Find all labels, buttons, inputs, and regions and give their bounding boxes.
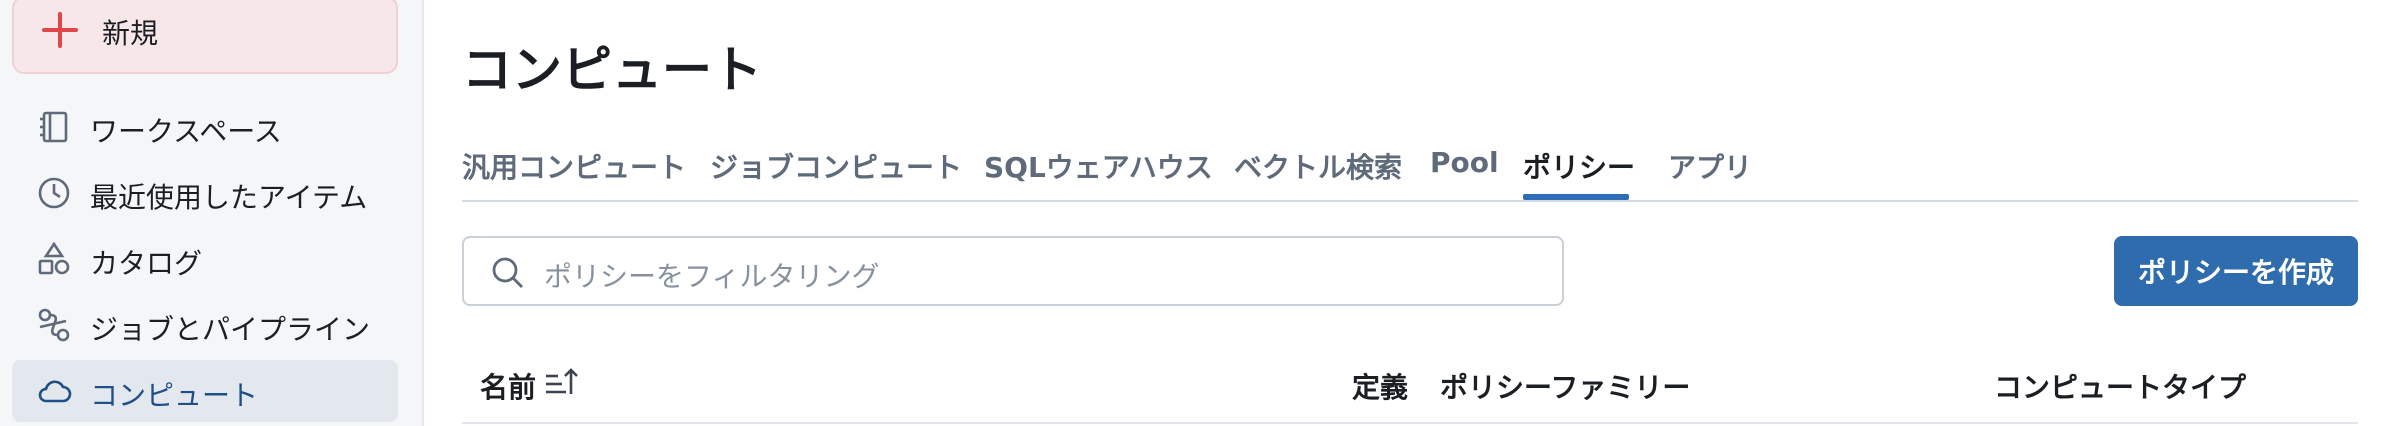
new-button-label: 新規 — [102, 17, 159, 50]
create-policy-button[interactable]: ポリシーを作成 — [2114, 236, 2358, 306]
sidebar-item-compute[interactable]: コンピュート — [12, 360, 398, 422]
policy-search-input[interactable]: ポリシーをフィルタリング — [462, 236, 1564, 306]
table-header: 名前 定義 ポリシーファミリー コンピュートタイプ — [462, 354, 2358, 424]
cloud-icon — [38, 380, 72, 403]
sidebar-item-label: 最近使用したアイテム — [90, 181, 368, 214]
catalog-shapes-icon — [38, 241, 70, 275]
sidebar-item-jobs-pipelines[interactable]: ジョブとパイプライン — [12, 294, 398, 356]
tab-bar: 汎用コンピュート ジョブコンピュート SQLウェアハウス ベクトル検索 Pool… — [462, 138, 2358, 202]
active-tab-indicator — [1523, 194, 1629, 200]
sidebar-item-recents[interactable]: 最近使用したアイテム — [12, 162, 398, 224]
sidebar-item-label: ジョブとパイプライン — [90, 313, 371, 346]
sidebar-item-workspace[interactable]: ワークスペース — [12, 96, 398, 158]
sidebar-item-label: カタログ — [90, 247, 203, 280]
column-header-definition[interactable]: 定義 — [1352, 366, 1408, 406]
sidebar: 新規 ワークスペース 最近使用したアイテム カタログ ジョブとパイプライン コン… — [0, 0, 424, 426]
tab-policies[interactable]: ポリシー — [1523, 146, 1635, 186]
tab-sql-warehouses[interactable]: SQLウェアハウス — [984, 146, 1213, 186]
search-placeholder: ポリシーをフィルタリング — [544, 260, 880, 293]
workflows-icon — [38, 308, 70, 342]
plus-icon — [42, 12, 78, 48]
search-icon — [492, 257, 523, 288]
notebook-icon — [40, 111, 68, 143]
sort-ascending-icon[interactable] — [544, 366, 578, 398]
page-title: コンピュート — [462, 41, 762, 99]
clock-icon — [38, 177, 70, 209]
tab-job-compute[interactable]: ジョブコンピュート — [710, 146, 962, 186]
column-header-name[interactable]: 名前 — [480, 366, 536, 406]
sidebar-item-catalog[interactable]: カタログ — [12, 228, 398, 290]
tab-apps[interactable]: アプリ — [1668, 146, 1752, 186]
column-header-compute-type[interactable]: コンピュートタイプ — [1994, 366, 2246, 406]
tab-vector-search[interactable]: ベクトル検索 — [1234, 146, 1402, 186]
sidebar-item-label: ワークスペース — [90, 115, 282, 148]
column-header-policy-family[interactable]: ポリシーファミリー — [1440, 366, 1690, 406]
new-button[interactable]: 新規 — [12, 0, 398, 74]
tab-pools[interactable]: Pool — [1430, 146, 1499, 179]
sidebar-item-label: コンピュート — [90, 379, 259, 412]
tab-all-purpose-compute[interactable]: 汎用コンピュート — [462, 146, 686, 186]
